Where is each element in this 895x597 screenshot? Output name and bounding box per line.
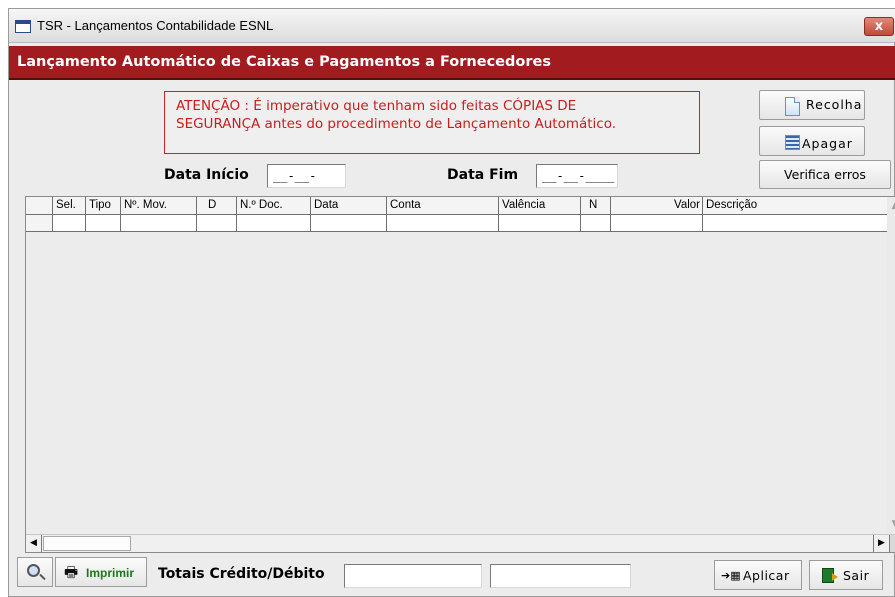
close-button[interactable]: x <box>864 17 894 36</box>
verifica-erros-button[interactable]: Verifica erros <box>759 160 891 189</box>
app-window-icon <box>15 20 31 33</box>
column-header[interactable]: Valência <box>499 197 581 214</box>
warning-line-2: SEGURANÇA antes do procedimento de Lança… <box>176 116 617 132</box>
banner-title: Lançamento Automático de Caixas e Pagame… <box>17 54 551 70</box>
header-banner: Lançamento Automático de Caixas e Pagame… <box>9 46 895 80</box>
row-selector-header <box>26 197 53 214</box>
imprimir-label: Imprimir <box>86 566 135 580</box>
column-header[interactable]: D <box>197 197 237 214</box>
scroll-left-arrow-icon[interactable]: ◀ <box>26 535 42 552</box>
window-title: TSR - Lançamentos Contabilidade ESNL <box>37 18 274 33</box>
printer-icon: 🖶 <box>64 563 79 581</box>
lancamentos-grid[interactable]: Sel. Tipo Nº. Mov. D N.º Doc. Data Conta… <box>25 196 895 553</box>
data-inicio-input[interactable]: __-__-____ <box>267 164 346 197</box>
recolha-button[interactable]: Recolha <box>759 90 865 120</box>
column-header[interactable]: N <box>581 197 611 214</box>
column-header[interactable]: Nº. Mov. <box>121 197 197 214</box>
column-header[interactable]: Descrição <box>703 197 889 214</box>
column-header[interactable]: Sel. <box>53 197 86 214</box>
app-window: TSR - Lançamentos Contabilidade ESNL x L… <box>8 8 895 597</box>
column-header[interactable]: Conta <box>387 197 499 214</box>
magnifier-icon <box>27 564 40 577</box>
data-fim-label: Data Fim <box>447 167 519 183</box>
backup-warning: ATENÇÃO : É imperativo que tenham sido f… <box>164 91 700 154</box>
data-inicio-label: Data Início <box>164 167 249 183</box>
document-icon <box>785 97 800 116</box>
column-header[interactable]: Valor <box>611 197 703 214</box>
scroll-right-arrow-icon[interactable]: ▶ <box>873 535 889 552</box>
table-cell[interactable] <box>611 215 703 231</box>
table-cell[interactable] <box>53 215 86 231</box>
column-header[interactable]: N.º Doc. <box>237 197 311 214</box>
total-debito-field[interactable] <box>490 564 631 588</box>
apagar-button[interactable]: Apagar <box>759 126 865 156</box>
grid-header: Sel. Tipo Nº. Mov. D N.º Doc. Data Conta… <box>26 197 889 215</box>
table-cell[interactable] <box>387 215 499 231</box>
scroll-down-arrow-icon[interactable]: ▼ <box>887 519 895 533</box>
table-cell[interactable] <box>499 215 581 231</box>
table-cell[interactable] <box>86 215 121 231</box>
table-cell[interactable] <box>581 215 611 231</box>
data-fim-input[interactable]: __-__-____ <box>536 164 618 188</box>
horizontal-scrollbar[interactable]: ◀ ▶ <box>26 534 895 552</box>
totais-label: Totais Crédito/Débito <box>158 566 325 582</box>
horizontal-scroll-thumb[interactable] <box>43 536 131 551</box>
warning-line-1: ATENÇÃO : É imperativo que tenham sido f… <box>176 98 577 114</box>
row-selector[interactable] <box>26 215 53 231</box>
aplicar-label: Aplicar <box>743 568 790 583</box>
title-bar: TSR - Lançamentos Contabilidade ESNL x <box>9 9 895 43</box>
list-icon <box>785 135 800 150</box>
table-cell[interactable] <box>703 215 889 231</box>
sair-label: Sair <box>843 568 870 583</box>
search-button[interactable] <box>17 557 53 587</box>
column-header[interactable]: Tipo <box>86 197 121 214</box>
aplicar-button[interactable]: ➔▦ Aplicar <box>714 560 802 590</box>
apagar-label: Apagar <box>802 136 853 151</box>
column-header[interactable]: Data <box>311 197 387 214</box>
table-row[interactable] <box>26 215 889 232</box>
table-cell[interactable] <box>121 215 197 231</box>
exit-door-icon <box>822 568 838 583</box>
recolha-label: Recolha <box>806 97 863 112</box>
apply-icon: ➔▦ <box>721 569 741 582</box>
table-cell[interactable] <box>311 215 387 231</box>
scroll-up-arrow-icon[interactable]: ▲ <box>887 201 895 215</box>
vertical-scrollbar[interactable]: ▲ ▼ <box>887 197 895 536</box>
imprimir-button[interactable]: 🖶 Imprimir <box>55 557 147 587</box>
total-credito-field[interactable] <box>344 564 482 588</box>
scrollbar-corner <box>889 535 895 552</box>
table-cell[interactable] <box>197 215 237 231</box>
sair-button[interactable]: Sair <box>809 560 883 590</box>
table-cell[interactable] <box>237 215 311 231</box>
